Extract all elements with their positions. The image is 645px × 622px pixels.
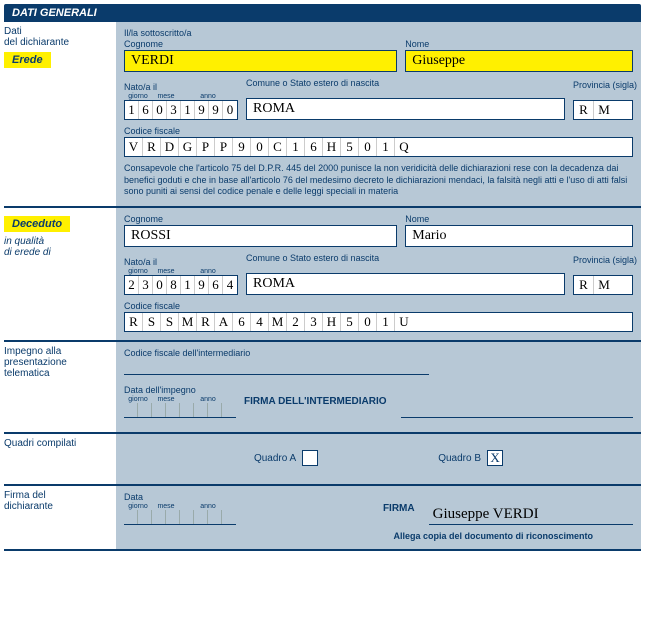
right-col-firma: Data giorno mese anno FIRMA Giuseppe VER…: [116, 486, 641, 549]
dec-date-sublabels: giorno mese anno: [124, 268, 238, 275]
tag-erede: Erede: [4, 52, 51, 68]
firma-input[interactable]: Giuseppe VERDI: [429, 506, 633, 525]
int-cf-input[interactable]: [124, 359, 429, 375]
left-col-deceduto: Deceduto in qualità di erede di: [4, 208, 116, 340]
legal-note: Consapevole che l'articolo 75 del D.P.R.…: [124, 163, 633, 198]
left-col-quadri: Quadri compilati: [4, 434, 116, 484]
label-in-qualita: in qualità: [4, 236, 112, 247]
impegno-l1: Impegno alla: [4, 346, 112, 357]
nome-label: Nome: [405, 39, 633, 49]
cf-input[interactable]: VR DG PP 90 C1 6H 50 1Q: [124, 137, 633, 157]
dec-nome-label: Nome: [405, 214, 633, 224]
quadro-b-label: Quadro B: [438, 453, 481, 464]
comune-label: Comune o Stato estero di nascita: [246, 78, 565, 88]
label-del-dichiarante: del dichiarante: [4, 37, 112, 48]
dec-dob-input[interactable]: 23 08 19 64: [124, 275, 238, 295]
quadro-b: Quadro B X: [438, 450, 503, 466]
quadri-label: Quadri compilati: [4, 438, 112, 449]
dec-cognome-input[interactable]: ROSSI: [124, 225, 397, 247]
int-data-label: Data dell'impegno: [124, 385, 236, 395]
right-col-deceduto: Cognome ROSSI Nome Mario Nato/a il giorn…: [116, 208, 641, 340]
date-sublabels: giorno mese anno: [124, 93, 238, 100]
label-di-erede: di erede di: [4, 247, 112, 258]
cognome-input[interactable]: VERDI: [124, 50, 397, 72]
left-col-dichiarante: Dati del dichiarante Erede: [4, 22, 116, 206]
quadro-a: Quadro A: [254, 450, 318, 466]
left-col-impegno: Impegno alla presentazione telematica: [4, 342, 116, 432]
int-firma-input[interactable]: [401, 400, 633, 418]
prov-input[interactable]: R M: [573, 100, 633, 120]
int-cf-label: Codice fiscale dell'intermediario: [124, 348, 633, 358]
section-impegno: Impegno alla presentazione telematica Co…: [4, 342, 641, 434]
quadro-a-checkbox[interactable]: [302, 450, 318, 466]
int-data-input[interactable]: [124, 403, 236, 418]
dec-prov-label: Provincia (sigla): [573, 255, 633, 265]
section-dichiarante: Dati del dichiarante Erede Il/la sottosc…: [4, 22, 641, 208]
left-col-firma: Firma del dichiarante: [4, 486, 116, 549]
cognome-label: Cognome: [124, 39, 397, 49]
nome-input[interactable]: Giuseppe: [405, 50, 633, 72]
impegno-l2: presentazione: [4, 357, 112, 368]
form-container: DATI GENERALI Dati del dichiarante Erede…: [0, 0, 645, 555]
cf-label: Codice fiscale: [124, 126, 633, 136]
right-col-dichiarante: Il/la sottoscritto/a Cognome VERDI Nome …: [116, 22, 641, 206]
section-firma: Firma del dichiarante Data giorno mese a…: [4, 486, 641, 551]
prov-label: Provincia (sigla): [573, 80, 633, 90]
dec-cognome-label: Cognome: [124, 214, 397, 224]
dec-comune-label: Comune o Stato estero di nascita: [246, 253, 565, 263]
impegno-l3: telematica: [4, 368, 112, 379]
section-deceduto: Deceduto in qualità di erede di Cognome …: [4, 208, 641, 342]
firma-l2: dichiarante: [4, 501, 112, 512]
section-quadri: Quadri compilati Quadro A Quadro B X: [4, 434, 641, 486]
firma-data-label: Data: [124, 492, 236, 502]
firma-data-input[interactable]: [124, 510, 236, 525]
firma-label: FIRMA: [383, 503, 421, 514]
attach-note: Allega copia del documento di riconoscim…: [124, 531, 633, 541]
dec-nato-label: Nato/a il: [124, 257, 238, 267]
intro-label: Il/la sottoscritto/a: [124, 28, 633, 38]
dec-nome-input[interactable]: Mario: [405, 225, 633, 247]
dec-cf-input[interactable]: RS SM RA 64 M2 3H 50 1U: [124, 312, 633, 332]
comune-input[interactable]: ROMA: [246, 98, 565, 120]
tag-deceduto: Deceduto: [4, 216, 70, 232]
int-firma-label: FIRMA DELL'INTERMEDIARIO: [244, 396, 393, 407]
quadro-a-label: Quadro A: [254, 453, 296, 464]
quadro-b-checkbox[interactable]: X: [487, 450, 503, 466]
firma-l1: Firma del: [4, 490, 112, 501]
dec-prov-input[interactable]: R M: [573, 275, 633, 295]
nato-label: Nato/a il: [124, 82, 238, 92]
section-header: DATI GENERALI: [4, 4, 641, 22]
dec-cf-label: Codice fiscale: [124, 301, 633, 311]
right-col-quadri: Quadro A Quadro B X: [116, 434, 641, 484]
dob-input[interactable]: 16 03 19 90: [124, 100, 238, 120]
label-dati: Dati: [4, 26, 112, 37]
right-col-impegno: Codice fiscale dell'intermediario Data d…: [116, 342, 641, 432]
dec-comune-input[interactable]: ROMA: [246, 273, 565, 295]
